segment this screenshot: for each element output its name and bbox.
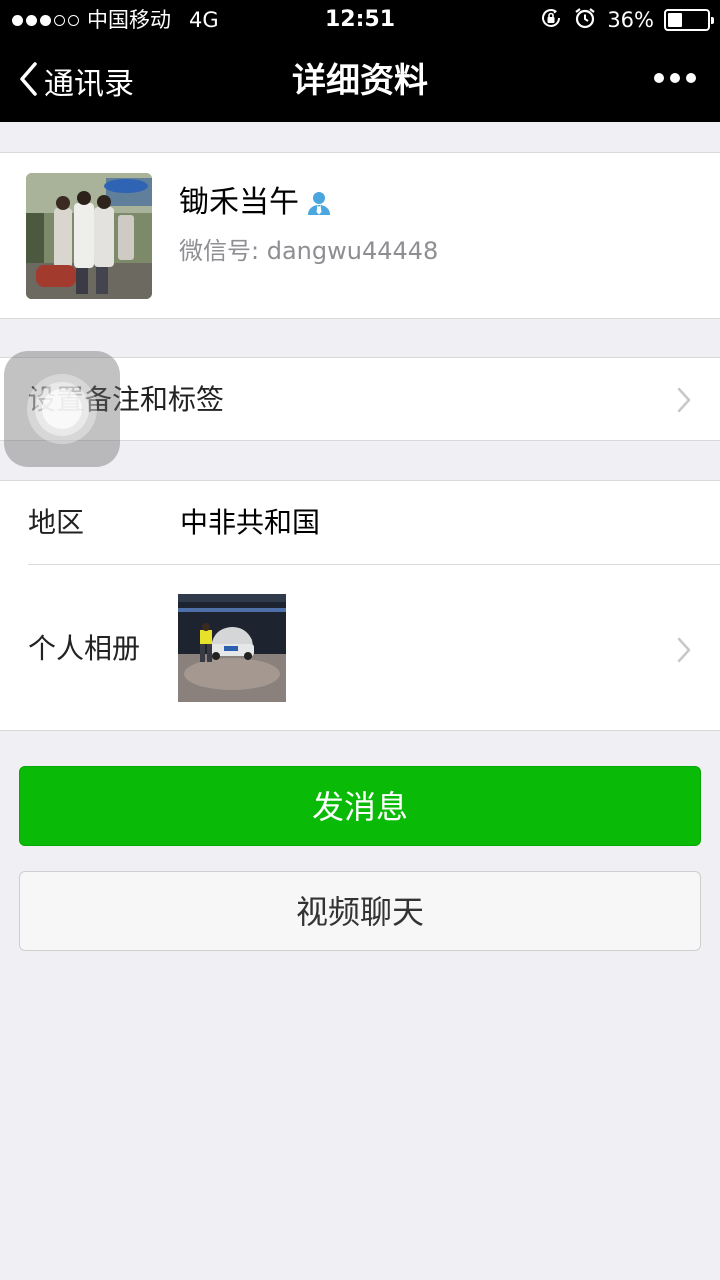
status-bar: 中国移动 4G 12:51 36% xyxy=(0,0,720,40)
wechat-id-value: dangwu44448 xyxy=(266,237,439,265)
alarm-icon xyxy=(573,6,597,34)
profile-card: 锄禾当午 微信号: dangwu44448 xyxy=(0,152,720,319)
assistive-touch-button[interactable] xyxy=(4,351,120,467)
chevron-right-icon xyxy=(676,636,692,668)
page-title: 详细资料 xyxy=(292,61,428,101)
navigation-bar: 通讯录 详细资料 xyxy=(0,40,720,122)
battery-icon xyxy=(664,9,714,31)
info-section: 地区 中非共和国 个人相册 xyxy=(0,480,720,731)
album-thumbnail[interactable] xyxy=(178,594,286,702)
personal-album-label: 个人相册 xyxy=(28,632,141,665)
video-chat-button[interactable]: 视频聊天 xyxy=(19,871,701,951)
rotation-lock-icon xyxy=(539,6,563,34)
region-value: 中非共和国 xyxy=(180,506,321,539)
contact-name-text: 锄禾当午 xyxy=(179,185,299,220)
divider xyxy=(28,564,720,565)
contact-name: 锄禾当午 xyxy=(179,183,333,223)
more-dots-icon[interactable] xyxy=(654,73,696,83)
battery-percent: 36% xyxy=(607,8,654,32)
wechat-id: 微信号: dangwu44448 xyxy=(179,233,438,269)
send-message-button[interactable]: 发消息 xyxy=(19,766,701,846)
region-label: 地区 xyxy=(28,506,85,539)
wechat-id-label: 微信号: xyxy=(179,237,260,265)
chevron-right-icon xyxy=(676,386,692,418)
person-icon xyxy=(305,189,333,217)
avatar[interactable] xyxy=(26,173,152,299)
